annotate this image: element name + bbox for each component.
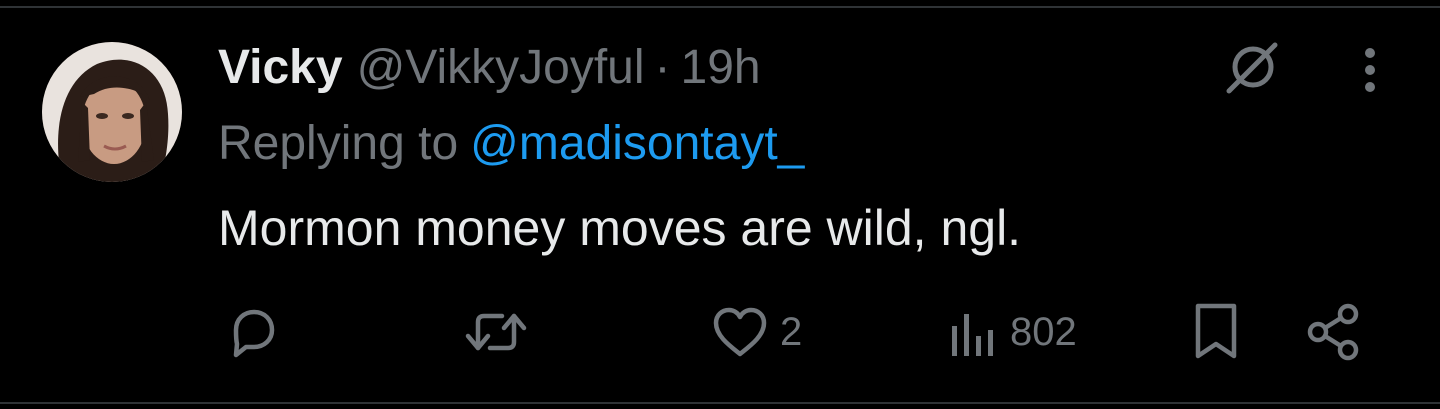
bookmark-button[interactable] <box>1190 300 1242 364</box>
more-options-button[interactable] <box>1344 40 1396 100</box>
tweet-text: Mormon money moves are wild, ngl. <box>218 200 1022 256</box>
heart-icon <box>713 307 767 357</box>
replying-to-label: Replying to <box>218 117 459 170</box>
like-button[interactable]: 2 <box>710 300 802 364</box>
share-icon <box>1307 303 1359 361</box>
reply-button[interactable] <box>222 300 292 364</box>
repost-button[interactable] <box>462 300 540 364</box>
timestamp[interactable]: 19h <box>681 38 761 98</box>
top-divider <box>0 6 1440 8</box>
bottom-divider <box>0 402 1440 404</box>
grok-button[interactable] <box>1222 36 1284 98</box>
avatar-image <box>42 42 182 182</box>
replying-to-line: Replying to @madisontayt_ <box>218 114 804 174</box>
views-button[interactable]: 802 <box>948 300 1077 364</box>
reply-icon <box>233 309 275 358</box>
grok-icon <box>1226 42 1278 94</box>
tweet-header: Vicky @VikkyJoyful · 19h <box>218 38 761 98</box>
repost-icon <box>465 313 527 351</box>
views-icon <box>952 314 993 356</box>
separator-dot: · <box>654 41 671 94</box>
display-name[interactable]: Vicky <box>218 38 343 98</box>
reply-to-handle[interactable]: @madisontayt_ <box>470 117 804 170</box>
share-button[interactable] <box>1302 300 1366 364</box>
more-options-icon <box>1365 48 1375 92</box>
views-count: 802 <box>1010 310 1077 354</box>
bookmark-icon <box>1195 303 1237 359</box>
user-handle[interactable]: @VikkyJoyful <box>357 38 645 98</box>
like-count: 2 <box>780 310 803 354</box>
avatar[interactable] <box>42 42 182 182</box>
